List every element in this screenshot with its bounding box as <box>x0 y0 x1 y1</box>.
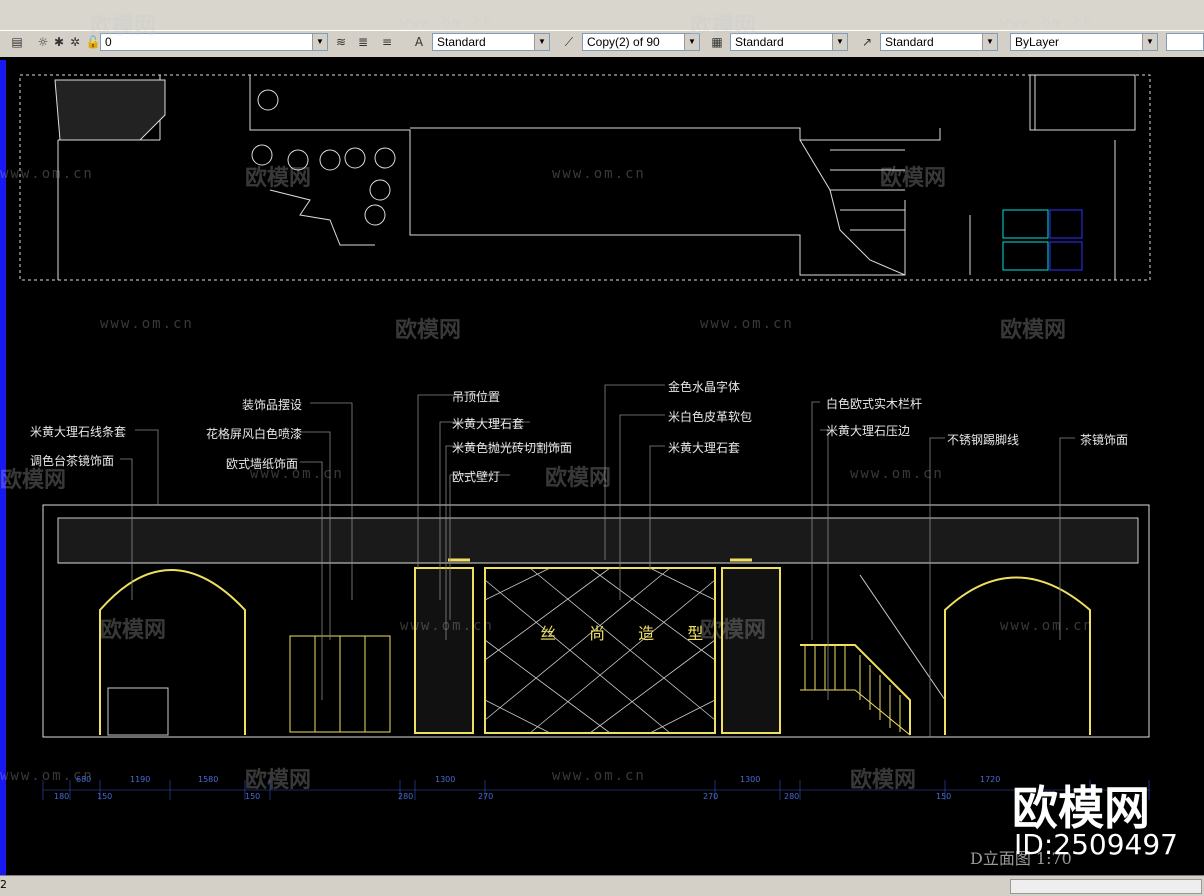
dimension-value: 180 <box>54 792 70 801</box>
dimension-value: 1580 <box>198 775 219 784</box>
annotation-label: 米黄大理石线条套 <box>30 425 127 439</box>
watermark-url: www.om.cn <box>0 166 94 182</box>
annotation-label: 米黄大理石压边 <box>826 424 911 438</box>
watermark-url: www.om.cn <box>850 466 944 482</box>
dimension-value: 150 <box>97 792 113 801</box>
watermark-logo: 欧模网 <box>100 618 167 643</box>
dimension-value: 280 <box>398 792 414 801</box>
watermark-url: www.om.cn <box>100 316 194 332</box>
watermark-url: www.om.cn <box>552 166 646 182</box>
layout-tab[interactable]: 2 <box>0 878 7 891</box>
watermark-logo: 欧模网 <box>850 768 917 793</box>
center-panel-title: 丝 尚 造 型 <box>540 624 718 643</box>
watermark-logo: 欧模网 <box>880 166 947 191</box>
annotation-label: 欧式墙纸饰面 <box>226 457 299 471</box>
horizontal-scrollbar[interactable] <box>1010 879 1202 894</box>
annotation-label: 米黄大理石套 <box>668 441 741 455</box>
watermark-logo: 欧模网 <box>395 318 462 343</box>
watermark-url: www.om.cn <box>1000 15 1094 31</box>
annotation-label: 调色台茶镜饰面 <box>30 454 115 468</box>
dimension-value: 1300 <box>740 775 761 784</box>
annotation-label: 米黄色抛光砖切割饰面 <box>452 441 573 455</box>
annotation-label: 白色欧式实木栏杆 <box>826 397 923 411</box>
watermark-logo: 欧模网 <box>245 768 312 793</box>
dimension-value: 150 <box>245 792 261 801</box>
dimension-value: 150 <box>936 792 952 801</box>
watermark-logo: 欧模网 <box>690 14 757 39</box>
dimension-value: 1300 <box>435 775 456 784</box>
annotation-label: 装饰品摆设 <box>242 398 303 412</box>
watermark-logo: 欧模网 <box>245 166 312 191</box>
watermark-logo: 欧模网 <box>90 14 157 39</box>
dimension-value: 270 <box>478 792 494 801</box>
watermark-url: www.om.cn <box>700 316 794 332</box>
watermark-logo: 欧模网 <box>1000 318 1067 343</box>
watermark-url: www.om.cn <box>552 768 646 784</box>
annotation-label: 不锈钢踢脚线 <box>947 433 1020 447</box>
cad-drawing <box>19 74 1151 800</box>
dimension-value: 1190 <box>130 775 151 784</box>
brand-id: ID:2509497 <box>1014 828 1178 861</box>
status-bar: 2 <box>0 875 1204 896</box>
watermark-url: www.om.cn <box>400 15 494 31</box>
annotation-label: 花格屏风白色喷漆 <box>206 427 303 441</box>
annotation-label: 金色水晶字体 <box>668 380 741 394</box>
dimension-value: 680 <box>76 775 92 784</box>
annotation-label: 米白色皮革软包 <box>668 410 753 424</box>
annotation-label: 欧式壁灯 <box>452 470 501 484</box>
dimension-value: 270 <box>703 792 719 801</box>
watermark-url: www.om.cn <box>1000 618 1094 634</box>
watermark-logo: 欧模网 <box>545 466 612 491</box>
dimension-value: 280 <box>784 792 800 801</box>
dimension-value: 1720 <box>980 775 1001 784</box>
annotation-label: 茶镜饰面 <box>1080 433 1129 447</box>
chair-blocks <box>1002 209 1083 271</box>
annotation-label: 米黄大理石套 <box>452 417 525 431</box>
annotation-label: 吊顶位置 <box>452 390 501 404</box>
watermark-url: www.om.cn <box>400 618 494 634</box>
